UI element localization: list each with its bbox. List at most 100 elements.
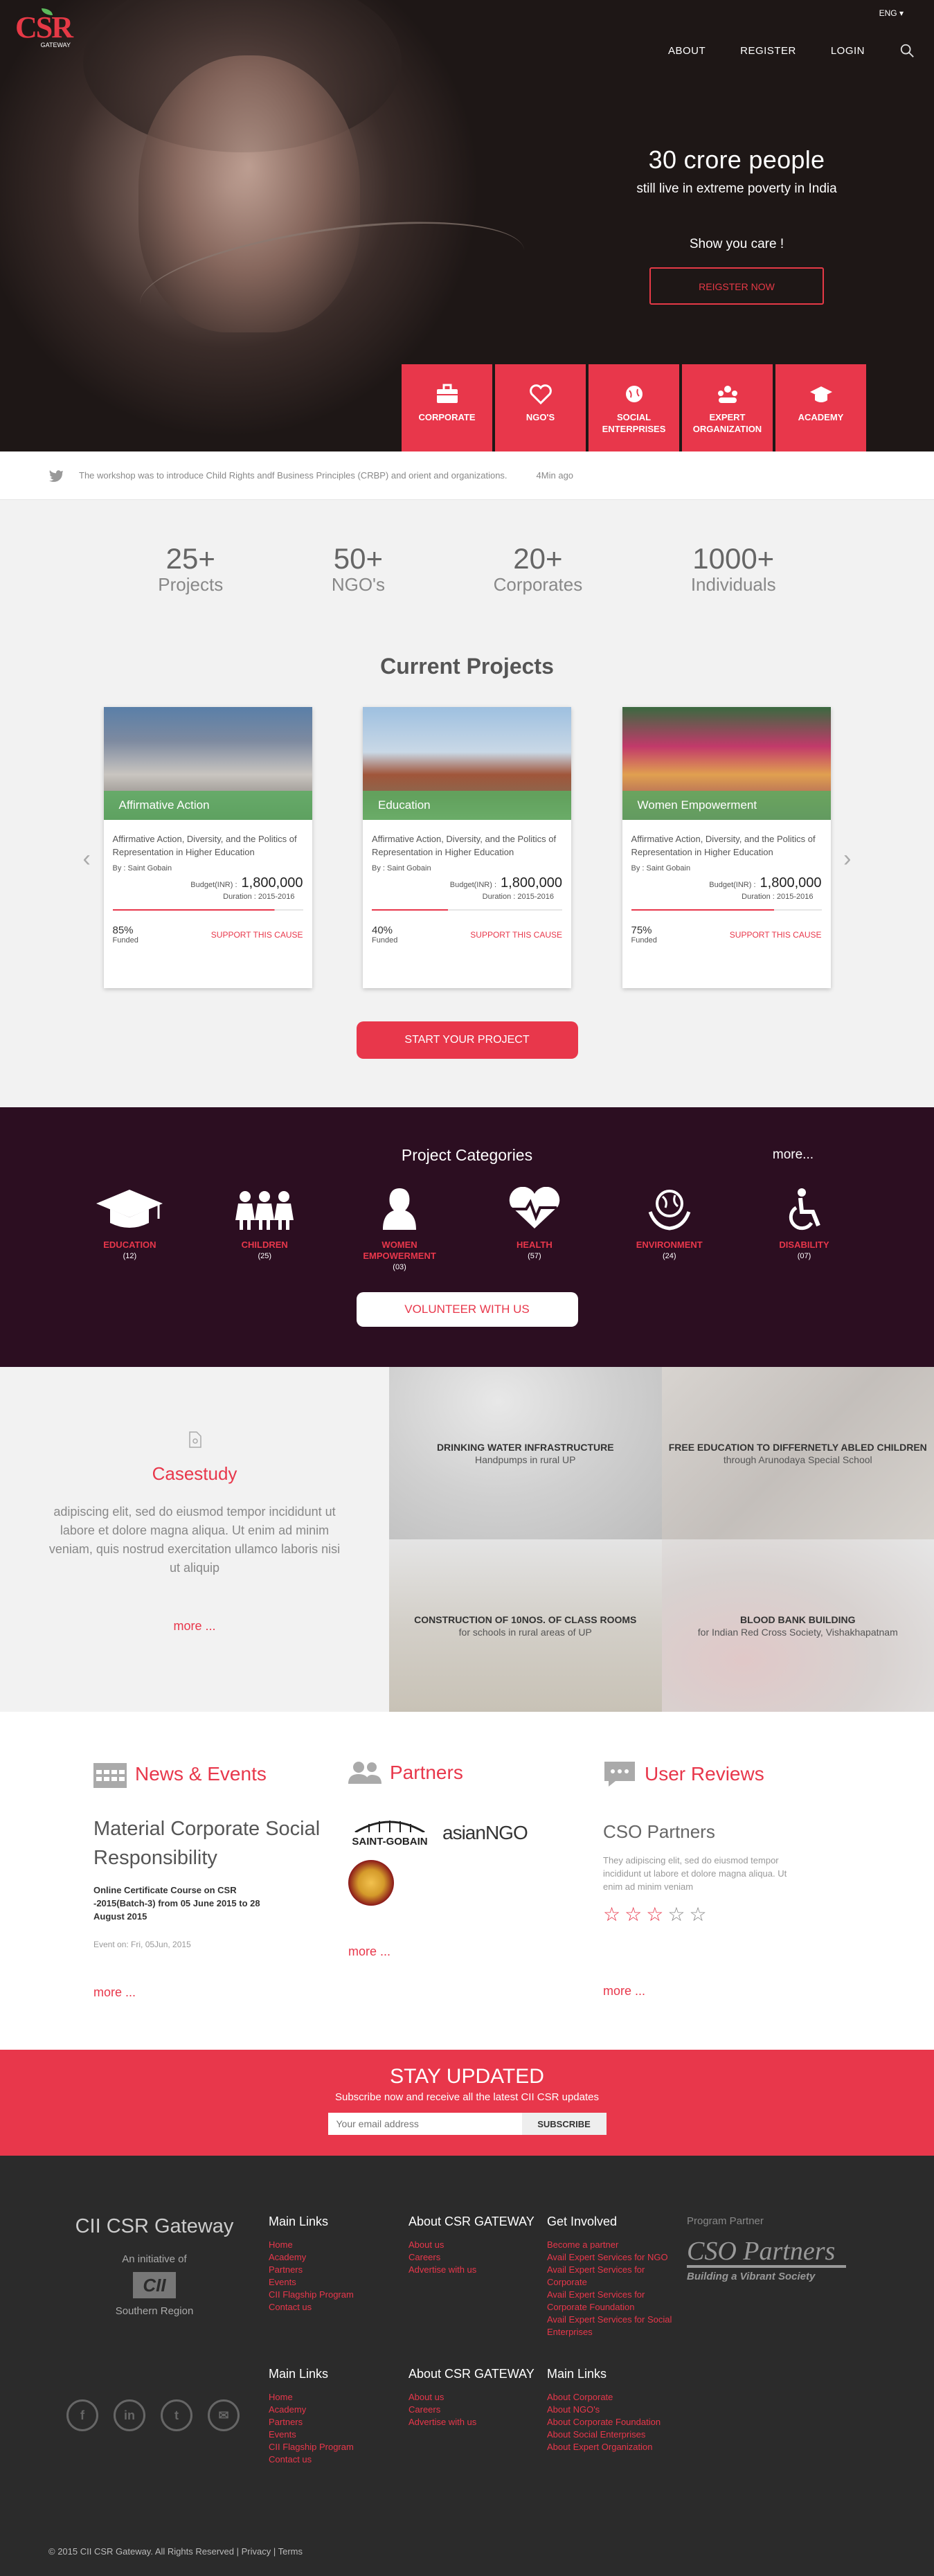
footer-link[interactable]: Advertise with us [408, 2416, 535, 2429]
footer-link[interactable]: Advertise with us [408, 2264, 535, 2276]
cso-partners-logo[interactable]: CSO Partners Building a Vibrant Society [687, 2237, 846, 2283]
footer-link[interactable]: CII Flagship Program [269, 2289, 354, 2301]
carousel-prev-icon[interactable]: ‹ [83, 846, 91, 873]
footer-link[interactable]: Home [269, 2391, 354, 2404]
twitter-icon[interactable] [48, 469, 64, 482]
star-icon[interactable]: ☆ [667, 1903, 685, 1926]
ticker-text[interactable]: The workshop was to introduce Child Righ… [79, 470, 508, 481]
star-icon[interactable]: ☆ [646, 1903, 663, 1926]
star-rating[interactable]: ☆ ☆ ☆ ☆ ☆ [603, 1903, 858, 1926]
category-education[interactable]: EDUCATION (12) [84, 1187, 174, 1271]
volunteer-button[interactable]: VOLUNTEER WITH US [357, 1292, 578, 1327]
partners-column: Partners SAINT-GOBAIN asianNGO more ... [348, 1760, 603, 2050]
globe-hands-icon [635, 1187, 704, 1231]
footer-link[interactable]: Home [269, 2239, 354, 2251]
footer-link[interactable]: Become a partner [547, 2239, 679, 2251]
category-tile-academy[interactable]: ACADEMY [775, 364, 866, 451]
reviews-more-link[interactable]: more ... [603, 1984, 858, 1998]
footer-link[interactable]: About Corporate [547, 2391, 661, 2404]
saint-gobain-logo[interactable]: SAINT-GOBAIN [348, 1818, 431, 1848]
site-footer: CII CSR Gateway An initiative of CII Sou… [0, 2156, 934, 2576]
support-cause-link[interactable]: SUPPORT THIS CAUSE [211, 930, 303, 940]
category-tile-expert-organization[interactable]: EXPERT ORGANIZATION [682, 364, 773, 451]
news-more-link[interactable]: more ... [93, 1985, 348, 2000]
footer-link[interactable]: CII Flagship Program [269, 2441, 354, 2453]
category-tile-social-enterprises[interactable]: SOCIAL ENTERPRISES [589, 364, 679, 451]
footer-link[interactable]: Contact us [269, 2301, 354, 2314]
footer-link[interactable]: About Social Enterprises [547, 2429, 661, 2441]
category-label: CORPORATE [418, 412, 475, 422]
project-card[interactable]: Women Empowerment Affirmative Action, Di… [622, 707, 831, 988]
partner-seal-logo[interactable] [348, 1860, 394, 1906]
footer-link[interactable]: About NGO's [547, 2404, 661, 2416]
subscribe-button[interactable]: SUBSCRIBE [522, 2113, 607, 2135]
start-project-button[interactable]: START YOUR PROJECT [357, 1021, 578, 1059]
support-cause-link[interactable]: SUPPORT THIS CAUSE [470, 930, 562, 940]
review-text: They adipiscing elit, sed do eiusmod tem… [603, 1854, 790, 1893]
register-now-button[interactable]: REIGSTER NOW [649, 267, 824, 305]
footer-link[interactable]: Avail Expert Services for Corporate [547, 2264, 679, 2289]
email-input[interactable] [328, 2113, 522, 2135]
category-disability[interactable]: DISABILITY (07) [760, 1187, 850, 1271]
review-title: CSO Partners [603, 1821, 858, 1843]
project-card[interactable]: Affirmative Action Affirmative Action, D… [104, 707, 312, 988]
search-icon[interactable] [899, 43, 915, 58]
star-icon[interactable]: ☆ [625, 1903, 642, 1926]
footer-link[interactable]: Partners [269, 2416, 354, 2429]
footer-link[interactable]: Events [269, 2276, 354, 2289]
saint-gobain-text: SAINT-GOBAIN [348, 1836, 431, 1848]
footer-link[interactable]: About us [408, 2239, 535, 2251]
carousel-next-icon[interactable]: › [843, 846, 851, 873]
footer-link[interactable]: Academy [269, 2251, 354, 2264]
casestudy-more-link[interactable]: more ... [0, 1619, 389, 1634]
footer-link[interactable]: Careers [408, 2404, 535, 2416]
site-logo[interactable]: CSR GATEWAY [15, 11, 84, 60]
category-tile-corporate[interactable]: CORPORATE [402, 364, 492, 451]
footer-link[interactable]: Partners [269, 2264, 354, 2276]
terms-link[interactable]: Terms [278, 2546, 303, 2557]
category-health[interactable]: HEALTH (57) [490, 1187, 580, 1271]
category-women-empowerment[interactable]: WOMEN EMPOWERMENT (03) [354, 1187, 444, 1271]
woman-icon [365, 1187, 434, 1231]
linkedin-icon[interactable]: in [114, 2399, 145, 2431]
casestudy-tile[interactable]: DRINKING WATER INFRASTRUCTURE Handpumps … [389, 1367, 662, 1539]
language-select[interactable]: ENG ▾ [879, 8, 904, 18]
twitter-icon[interactable]: t [161, 2399, 192, 2431]
footer-link[interactable]: Careers [408, 2251, 535, 2264]
footer-link[interactable]: Avail Expert Services for Social Enterpr… [547, 2314, 679, 2338]
hero-copy: 30 crore people still live in extreme po… [636, 145, 837, 305]
support-cause-link[interactable]: SUPPORT THIS CAUSE [730, 930, 822, 940]
nav-about[interactable]: ABOUT [668, 45, 706, 57]
partners-more-link[interactable]: more ... [348, 1944, 603, 1959]
category-children[interactable]: CHILDREN (25) [219, 1187, 309, 1271]
star-icon[interactable]: ☆ [603, 1903, 620, 1926]
nav-register[interactable]: REGISTER [740, 45, 796, 57]
privacy-link[interactable]: Privacy [242, 2546, 271, 2557]
footer-link[interactable]: About Corporate Foundation [547, 2416, 661, 2429]
category-tile-ngo[interactable]: NGO'S [495, 364, 586, 451]
star-icon[interactable]: ☆ [689, 1903, 706, 1926]
nav-login[interactable]: LOGIN [831, 45, 865, 57]
casestudy-tile[interactable]: BLOOD BANK BUILDING for Indian Red Cross… [662, 1539, 934, 1712]
hero-headline: 30 crore people [636, 145, 837, 175]
footer-link[interactable]: About us [408, 2391, 535, 2404]
program-partner-label: Program Partner [687, 2215, 846, 2228]
project-card[interactable]: Education Affirmative Action, Diversity,… [363, 707, 571, 988]
news-title[interactable]: Material Corporate Social Responsibility [93, 1814, 348, 1872]
facebook-icon[interactable]: f [66, 2399, 98, 2431]
footer-link[interactable]: Contact us [269, 2453, 354, 2466]
cii-logo[interactable]: CII [133, 2272, 176, 2298]
email-icon[interactable]: ✉ [208, 2399, 240, 2431]
asianngo-logo[interactable]: asianNGO [442, 1822, 528, 1844]
footer-link[interactable]: Academy [269, 2404, 354, 2416]
footer-link[interactable]: Events [269, 2429, 354, 2441]
footer-link[interactable]: Avail Expert Services for Corporate Foun… [547, 2289, 679, 2314]
project-by: By : Saint Gobain [631, 864, 822, 873]
footer-link[interactable]: Avail Expert Services for NGO [547, 2251, 679, 2264]
casestudy-tile[interactable]: CONSTRUCTION OF 10NOS. OF CLASS ROOMS fo… [389, 1539, 662, 1712]
category-environment[interactable]: ENVIRONMENT (24) [625, 1187, 715, 1271]
footer-link[interactable]: About Expert Organization [547, 2441, 661, 2453]
casestudy-tile[interactable]: FREE EDUCATION TO DIFFERNETLY ABLED CHIL… [662, 1367, 934, 1539]
category-count: (03) [354, 1263, 444, 1271]
categories-more-link[interactable]: more... [773, 1147, 814, 1163]
